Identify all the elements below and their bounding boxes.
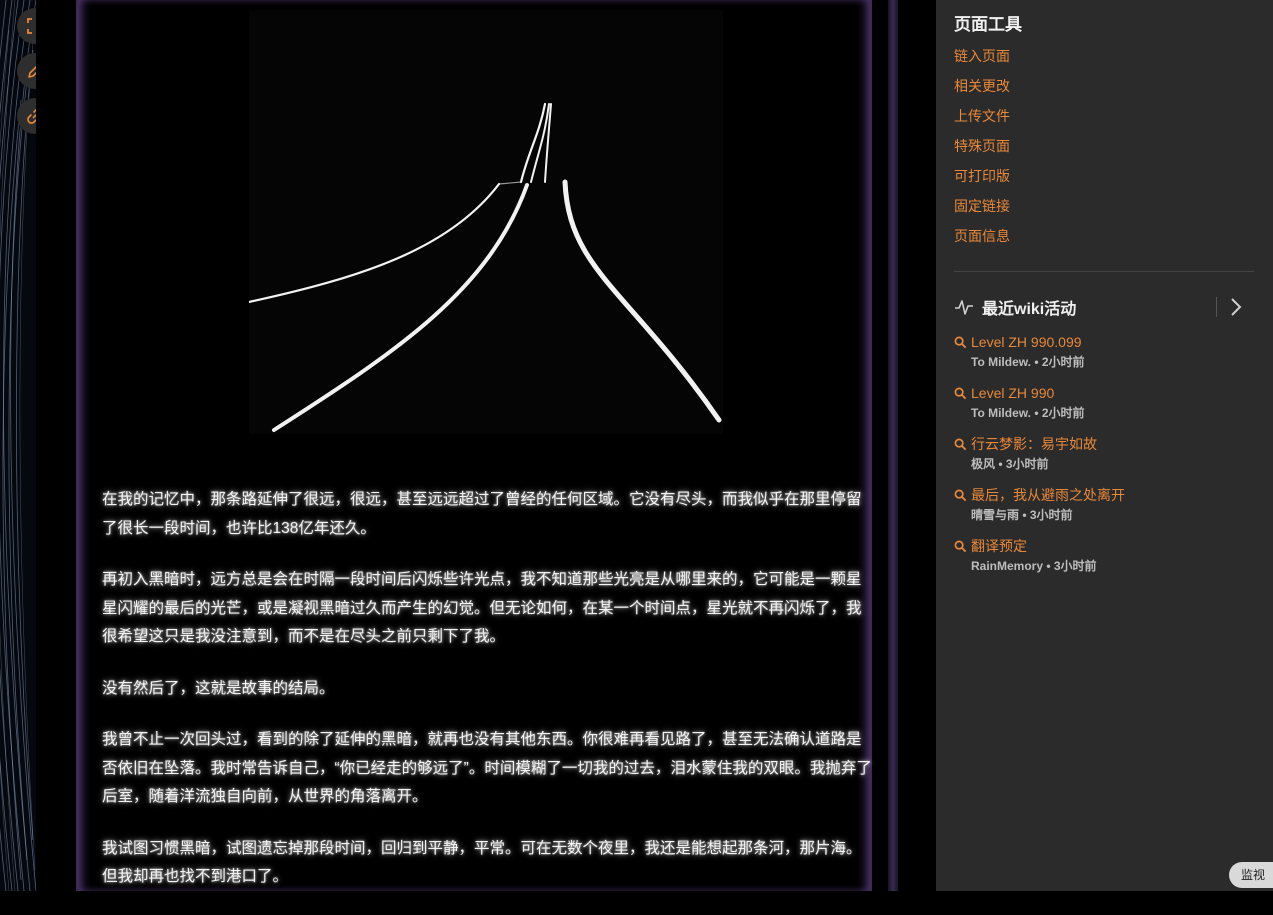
search-icon	[954, 336, 967, 348]
story-paragraph: 在我的记忆中，那条路延伸了很远，很远，甚至远远超过了曾经的任何区域。它没有尽头，…	[102, 491, 862, 537]
activity-meta: To Mildew. • 2小时前	[971, 406, 1085, 420]
sidebar-divider	[954, 271, 1254, 272]
tool-link-special-pages[interactable]: 特殊页面	[954, 136, 1010, 166]
chevron-right-icon[interactable]	[1226, 295, 1246, 319]
tool-link-printable[interactable]: 可打印版	[954, 166, 1010, 196]
activity-item: 行云梦影：易宇如故 极风 • 3小时前	[954, 434, 1254, 485]
story-text: 在我的记忆中，那条路延伸了很远，很远，甚至远远超过了曾经的任何区域。它没有尽头，…	[102, 486, 874, 915]
story-paragraph: 没有然后了，这就是故事的结局。	[102, 679, 335, 697]
page-tools-title: 页面工具	[954, 15, 1022, 34]
activity-meta: 极风 • 3小时前	[971, 457, 1049, 471]
tool-link-whatlinkshere[interactable]: 链入页面	[954, 46, 1010, 76]
activity-meta: 晴雪与雨 • 3小时前	[971, 508, 1073, 522]
search-icon	[954, 387, 967, 399]
activity-title[interactable]: Level ZH 990	[971, 385, 1054, 401]
main-content: 在我的记忆中，那条路延伸了很远，很远，甚至远远超过了曾经的任何区域。它没有尽头，…	[36, 0, 936, 891]
activity-item: Level ZH 990 To Mildew. • 2小时前	[954, 383, 1254, 434]
activity-title[interactable]: 翻译预定	[971, 536, 1027, 556]
search-icon	[954, 540, 967, 552]
activity-title[interactable]: 最后，我从避雨之处离开	[971, 485, 1125, 505]
story-paragraph: 再初入黑暗时，远方总是会在时隔一段时间后闪烁些许光点，我不知道那些光亮是从哪里来…	[102, 571, 862, 645]
recent-activity-header: 最近wiki活动	[954, 295, 1254, 319]
road-image	[247, 10, 723, 434]
tool-link-related-changes[interactable]: 相关更改	[954, 76, 1010, 106]
activity-title[interactable]: Level ZH 990.099	[971, 334, 1082, 350]
activity-item: Level ZH 990.099 To Mildew. • 2小时前	[954, 332, 1254, 383]
right-sidebar: 页面工具 链入页面 相关更改 上传文件 特殊页面 可打印版 固定链接 页面信息 …	[936, 0, 1273, 891]
activity-meta: RainMemory • 3小时前	[971, 559, 1097, 573]
activity-title[interactable]: 行云梦影：易宇如故	[971, 434, 1097, 454]
tool-link-upload[interactable]: 上传文件	[954, 106, 1010, 136]
monitor-button[interactable]: 监视	[1229, 862, 1273, 888]
activity-pulse-icon	[955, 300, 973, 315]
tool-link-permalink[interactable]: 固定链接	[954, 196, 1010, 226]
search-icon	[954, 438, 967, 450]
header-separator	[1216, 297, 1217, 317]
activity-meta: To Mildew. • 2小时前	[971, 355, 1085, 369]
recent-activity-title: 最近wiki活动	[982, 301, 1077, 318]
search-icon	[954, 489, 967, 501]
activity-item: 翻译预定 RainMemory • 3小时前	[954, 536, 1254, 587]
activity-item: 最后，我从避雨之处离开 晴雪与雨 • 3小时前	[954, 485, 1254, 536]
story-paragraph: 我试图习惯黑暗，试图遗忘掉那段时间，回归到平静，平常。可在无数个夜里，我还是能想…	[102, 839, 862, 886]
page-tools-list: 链入页面 相关更改 上传文件 特殊页面 可打印版 固定链接 页面信息	[954, 46, 1010, 256]
recent-activity-list: Level ZH 990.099 To Mildew. • 2小时前 Level…	[954, 332, 1254, 587]
frame-border-right	[888, 0, 898, 891]
story-paragraph: 我曾不止一次回头过，看到的除了延伸的黑暗，就再也没有其他东西。你很难再看见路了，…	[102, 731, 872, 805]
tool-link-page-info[interactable]: 页面信息	[954, 226, 1010, 256]
